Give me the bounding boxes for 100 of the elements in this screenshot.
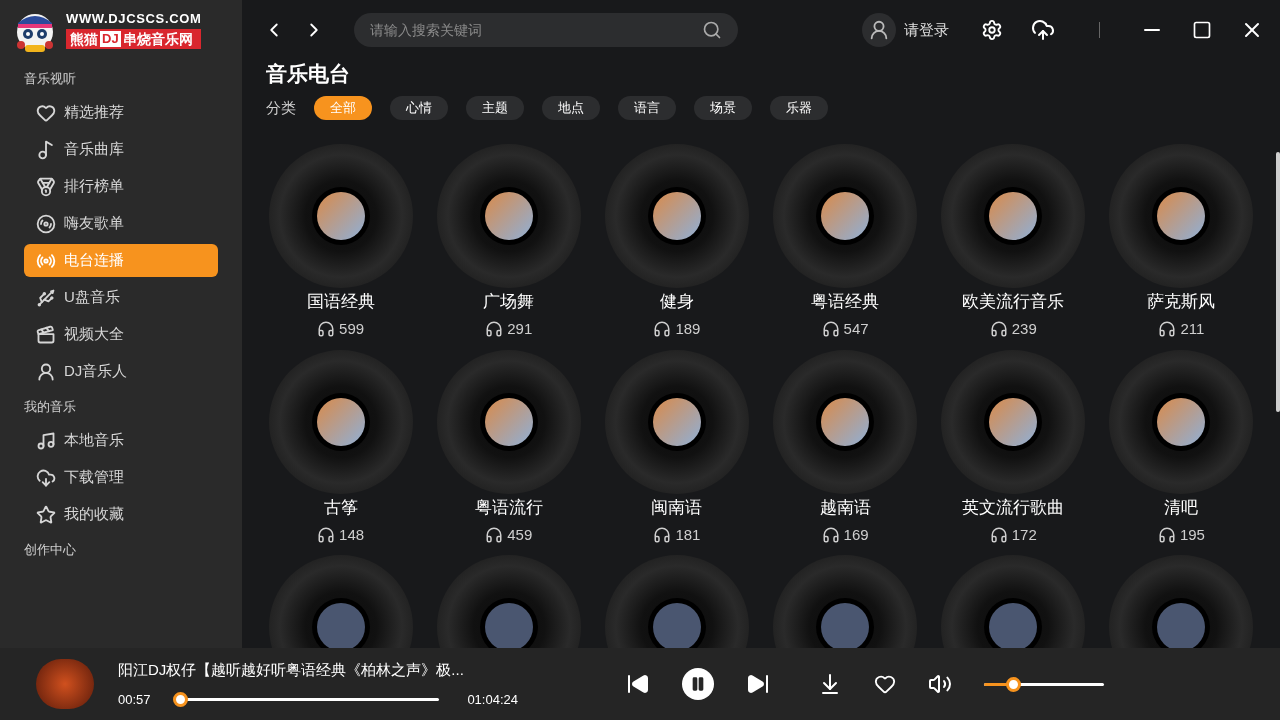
usb-drive-icon	[36, 287, 56, 308]
person-icon	[36, 361, 56, 382]
cover-photo-placeholder	[316, 397, 365, 446]
station-name[interactable]: 清吧	[1164, 495, 1199, 520]
cover-photo-placeholder	[989, 397, 1038, 446]
logo-name: 串烧音乐网	[122, 31, 193, 47]
elapsed-time: 00:57	[118, 690, 151, 709]
play-count: 291	[507, 319, 533, 339]
cover-photo-placeholder	[1157, 603, 1206, 648]
page-title: 音乐电台	[266, 61, 351, 87]
sidebar-item[interactable]: 视频大全	[24, 318, 218, 351]
cover-photo-placeholder	[821, 192, 870, 240]
sidebar-item[interactable]: 我的收藏	[24, 498, 218, 531]
previous-icon[interactable]	[626, 672, 650, 696]
play-count: 169	[843, 524, 869, 545]
station-name[interactable]: 粤语经典	[811, 290, 880, 314]
play-count: 172	[1011, 524, 1037, 545]
play-count: 148	[339, 524, 365, 545]
music-note-icon	[36, 139, 56, 160]
filter-label: 分类	[266, 97, 296, 118]
station-name[interactable]: 欧美流行音乐	[962, 290, 1065, 314]
headphones-icon	[653, 320, 672, 339]
cover-photo-placeholder	[484, 397, 533, 446]
cover-photo-placeholder	[821, 603, 870, 648]
cover-photo-placeholder	[316, 192, 365, 240]
headphones-icon	[317, 320, 336, 339]
pause-icon[interactable]	[690, 676, 706, 692]
logo-name: 熊猫	[70, 31, 98, 47]
station-name[interactable]: 国语经典	[306, 290, 375, 314]
medal-icon	[36, 176, 56, 197]
station-name[interactable]: 粤语流行	[474, 495, 543, 520]
cover-photo-placeholder	[652, 192, 701, 240]
cloud-upload-icon[interactable]	[1031, 18, 1055, 42]
play-pause-button[interactable]	[682, 668, 714, 700]
filter-chip[interactable]: 心情	[390, 96, 448, 120]
settings-icon[interactable]	[981, 19, 1003, 41]
avatar[interactable]	[862, 13, 896, 47]
album-icon	[36, 213, 56, 234]
cover-photo-placeholder	[652, 397, 701, 446]
next-icon[interactable]	[746, 672, 770, 696]
sidebar-item[interactable]: 本地音乐	[24, 424, 218, 457]
volume-icon[interactable]	[928, 672, 952, 696]
search-input[interactable]: 请输入搜索关键词	[370, 19, 702, 41]
station-name[interactable]: 健身	[659, 290, 694, 314]
station-name[interactable]: 越南语	[819, 495, 871, 520]
play-count: 459	[507, 524, 533, 545]
volume-thumb[interactable]	[1006, 676, 1021, 692]
station-name[interactable]: 古筝	[323, 495, 358, 520]
logo-url: WWW.DJCSCS.COM	[66, 11, 202, 27]
progress-thumb[interactable]	[173, 691, 189, 707]
play-count: 547	[843, 319, 869, 339]
play-count: 211	[1180, 319, 1205, 339]
headphones-icon	[989, 525, 1008, 544]
headphones-icon	[821, 525, 840, 544]
filter-chip[interactable]: 乐器	[770, 96, 828, 120]
headphones-icon	[1158, 320, 1177, 339]
cover-photo-placeholder	[652, 603, 701, 648]
headphones-icon	[1157, 525, 1176, 544]
station-name[interactable]: 萨克斯风	[1147, 290, 1216, 314]
headphones-icon	[485, 320, 504, 339]
cover-photo-placeholder	[316, 603, 365, 648]
star-icon	[36, 504, 56, 525]
login-link[interactable]: 请登录	[904, 18, 949, 42]
cover-photo-placeholder	[989, 192, 1038, 240]
headphones-icon	[485, 525, 504, 544]
sidebar-item[interactable]: 下载管理	[24, 461, 218, 494]
sidebar-item[interactable]: DJ音乐人	[24, 355, 218, 388]
sidebar-item[interactable]: U盘音乐	[24, 281, 218, 314]
sidebar-item[interactable]: 排行榜单	[24, 170, 218, 203]
play-count: 239	[1011, 319, 1037, 339]
station-name[interactable]: 闽南语	[651, 495, 703, 520]
sidebar-section-title: 我的音乐	[23, 397, 77, 416]
play-count: 599	[339, 319, 365, 339]
filter-chip[interactable]: 场景	[694, 96, 752, 120]
maximize-icon[interactable]	[1192, 20, 1212, 40]
scrollbar-thumb[interactable]	[1276, 152, 1280, 412]
headphones-icon	[317, 525, 336, 544]
filter-chip[interactable]: 语言	[618, 96, 676, 120]
cover-photo-placeholder	[1157, 397, 1206, 446]
music-note-icon	[36, 430, 56, 451]
filter-chip[interactable]: 地点	[542, 96, 600, 120]
cover-photo-placeholder	[989, 603, 1038, 648]
search-icon[interactable]	[702, 20, 722, 40]
filter-chip[interactable]: 主题	[466, 96, 524, 120]
cover-photo-placeholder	[1157, 192, 1206, 240]
play-count: 189	[675, 319, 701, 339]
total-time: 01:04:24	[467, 690, 518, 709]
sidebar-item[interactable]: 音乐曲库	[24, 133, 218, 166]
sidebar-item[interactable]: 精选推荐	[24, 96, 218, 129]
heart-icon[interactable]	[874, 673, 896, 695]
cover-photo-placeholder	[484, 192, 533, 240]
headphones-icon	[989, 320, 1008, 339]
headphones-icon	[653, 525, 672, 544]
cover-photo-placeholder	[484, 603, 533, 648]
station-name[interactable]: 英文流行歌曲	[962, 495, 1065, 520]
sidebar-item[interactable]: 嗨友歌单	[24, 207, 218, 240]
logo-badge: DJ	[100, 31, 121, 47]
search-bar[interactable]: 请输入搜索关键词	[354, 13, 738, 47]
album-photo-placeholder	[36, 659, 94, 709]
station-name[interactable]: 广场舞	[483, 290, 535, 314]
